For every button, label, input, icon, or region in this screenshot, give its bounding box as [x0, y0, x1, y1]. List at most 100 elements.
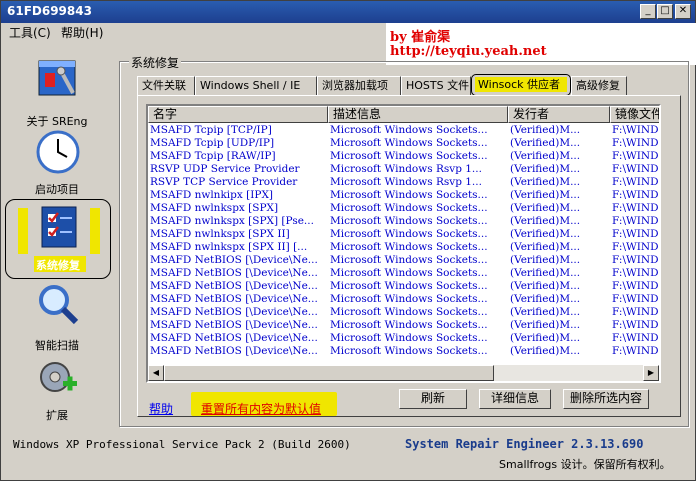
tab-windows-shell-ie[interactable]: Windows Shell / IE — [195, 76, 317, 96]
cell-image-file: F:\WIND — [612, 137, 659, 149]
column-header-description[interactable]: 描述信息 — [328, 106, 508, 123]
sidebar-item-system-repair[interactable]: 系统修复 — [5, 199, 111, 279]
cell-image-file: F:\WIND — [612, 189, 659, 201]
cell-description: Microsoft Windows Sockets... — [330, 228, 488, 240]
column-header-name[interactable]: 名字 — [148, 106, 328, 123]
cell-name: MSAFD nwlnkipx [IPX] — [150, 189, 274, 201]
list-item[interactable]: MSAFD nwlnkspx [SPX] [Pse... Microsoft Wi… — [148, 215, 659, 228]
sidebar-item-startup[interactable]: 启动项目 — [3, 127, 111, 197]
list-item[interactable]: MSAFD NetBIOS [\Device\Ne... Microsoft Wi… — [148, 280, 659, 293]
cell-publisher: (Verified)M... — [510, 254, 581, 266]
list-item[interactable]: RSVP UDP Service Provider Microsoft Windo… — [148, 163, 659, 176]
tab-browser-addons[interactable]: 浏览器加载项 — [317, 76, 401, 96]
list-item[interactable]: MSAFD Tcpip [TCP/IP] Microsoft Windows So… — [148, 124, 659, 137]
copyright-text: Smallfrogs 设计。保留所有权利。 — [499, 458, 671, 471]
tab-advanced-repair[interactable]: 高级修复 — [571, 76, 627, 96]
list-item[interactable]: MSAFD NetBIOS [\Device\Ne... Microsoft Wi… — [148, 293, 659, 306]
scroll-thumb[interactable] — [164, 365, 494, 381]
list-item[interactable]: MSAFD Tcpip [UDP/IP] Microsoft Windows So… — [148, 137, 659, 150]
scroll-left-arrow-icon[interactable]: ◀ — [148, 365, 164, 381]
cell-description: Microsoft Windows Sockets... — [330, 293, 488, 305]
banner-url: http://teyqiu.yeah.net — [390, 44, 547, 59]
delete-selected-button[interactable]: 删除所选内容 — [563, 389, 649, 409]
list-item[interactable]: MSAFD NetBIOS [\Device\Ne... Microsoft Wi… — [148, 319, 659, 332]
cell-publisher: (Verified)M... — [510, 189, 581, 201]
cell-image-file: F:\WIND — [612, 293, 659, 305]
app-window: 61FD699843 _ □ ✕ 工具(C) 帮助(H) by 崔俞渠 http… — [0, 0, 696, 481]
scroll-right-arrow-icon[interactable]: ▶ — [643, 365, 659, 381]
cell-name: MSAFD NetBIOS [\Device\Ne... — [150, 293, 318, 305]
list-item[interactable]: MSAFD NetBIOS [\Device\Ne... Microsoft Wi… — [148, 306, 659, 319]
cell-description: Microsoft Windows Sockets... — [330, 306, 488, 318]
window-title: 61FD699843 — [7, 4, 92, 18]
list-item[interactable]: MSAFD NetBIOS [\Device\Ne... Microsoft Wi… — [148, 254, 659, 267]
menu-help[interactable]: 帮助(H) — [61, 24, 103, 41]
cell-name: MSAFD NetBIOS [\Device\Ne... — [150, 332, 318, 344]
cell-name: RSVP UDP Service Provider — [150, 163, 300, 175]
sidebar-item-about[interactable]: 关于 SREng — [3, 51, 111, 128]
minimize-button[interactable]: _ — [640, 4, 656, 19]
cell-image-file: F:\WIND — [612, 163, 659, 175]
banner-author: by 崔俞渠 — [390, 30, 451, 45]
cell-image-file: F:\WIND — [612, 280, 659, 292]
winsock-list[interactable]: 名字 描述信息 发行者 镜像文件 MSAFD Tcpip [TCP/IP] Mic… — [146, 104, 661, 383]
sidebar-item-extensions[interactable]: 扩展 — [3, 355, 111, 425]
list-item[interactable]: MSAFD nwlnkipx [IPX] Microsoft Windows So… — [148, 189, 659, 202]
cell-description: Microsoft Windows Sockets... — [330, 215, 488, 227]
sidebar-item-label: 系统修复 — [36, 259, 80, 272]
cell-description: Microsoft Windows Rsvp 1... — [330, 163, 482, 175]
cell-name: MSAFD NetBIOS [\Device\Ne... — [150, 345, 318, 357]
product-name-text: System Repair Engineer 2.3.13.690 — [405, 437, 644, 451]
column-header-image-file[interactable]: 镜像文件 — [610, 106, 659, 123]
cell-image-file: F:\WIND — [612, 124, 659, 136]
list-item[interactable]: MSAFD Tcpip [RAW/IP] Microsoft Windows So… — [148, 150, 659, 163]
cell-image-file: F:\WIND — [612, 202, 659, 214]
cell-image-file: F:\WIND — [612, 254, 659, 266]
cell-image-file: F:\WIND — [612, 228, 659, 240]
cell-image-file: F:\WIND — [612, 306, 659, 318]
list-item[interactable]: MSAFD NetBIOS [\Device\Ne... Microsoft Wi… — [148, 267, 659, 280]
sidebar-item-label: 扩展 — [46, 409, 68, 422]
list-item[interactable]: RSVP TCP Service Provider Microsoft Windo… — [148, 176, 659, 189]
list-item[interactable]: MSAFD NetBIOS [\Device\Ne... Microsoft Wi… — [148, 332, 659, 345]
list-item[interactable]: MSAFD nwlnkspx [SPX] Microsoft Windows So… — [148, 202, 659, 215]
tab-hosts-file[interactable]: HOSTS 文件 — [401, 76, 471, 96]
cell-publisher: (Verified)M... — [510, 280, 581, 292]
cell-name: MSAFD NetBIOS [\Device\Ne... — [150, 306, 318, 318]
cell-description: Microsoft Windows Sockets... — [330, 345, 488, 357]
sidebar-item-label: 启动项目 — [35, 183, 79, 196]
column-header-publisher[interactable]: 发行者 — [508, 106, 610, 123]
clock-icon — [36, 130, 80, 174]
list-item[interactable]: MSAFD nwlnkspx [SPX II] [... Microsoft Wi… — [148, 241, 659, 254]
cell-image-file: F:\WIND — [612, 267, 659, 279]
highlight-mark — [90, 208, 100, 254]
cell-publisher: (Verified)M... — [510, 293, 581, 305]
maximize-button[interactable]: □ — [657, 4, 673, 19]
tab-file-association[interactable]: 文件关联 — [137, 76, 195, 96]
cell-name: MSAFD nwlnkspx [SPX II] [... — [150, 241, 308, 253]
cell-image-file: F:\WIND — [612, 150, 659, 162]
cell-name: MSAFD Tcpip [RAW/IP] — [150, 150, 276, 162]
sidebar-item-smart-scan[interactable]: 智能扫描 — [3, 281, 111, 352]
author-banner: by 崔俞渠 http://teyqiu.yeah.net — [386, 23, 696, 65]
sidebar: 关于 SREng 启动项目 系统修复 智能扫描 扩展 — [3, 43, 111, 428]
cell-name: MSAFD Tcpip [UDP/IP] — [150, 137, 275, 149]
cell-description: Microsoft Windows Sockets... — [330, 319, 488, 331]
list-item[interactable]: MSAFD NetBIOS [\Device\Ne... Microsoft Wi… — [148, 345, 659, 358]
refresh-button[interactable]: 刷新 — [399, 389, 467, 409]
magnifier-icon — [39, 285, 79, 325]
details-button[interactable]: 详细信息 — [479, 389, 551, 409]
group-title: 系统修复 — [129, 54, 182, 71]
list-item[interactable]: MSAFD nwlnkspx [SPX II] Microsoft Windows… — [148, 228, 659, 241]
close-button[interactable]: ✕ — [675, 4, 691, 19]
reset-defaults-link[interactable]: 重置所有内容为默认值 — [201, 400, 321, 417]
cell-description: Microsoft Windows Sockets... — [330, 280, 488, 292]
title-bar: 61FD699843 _ □ ✕ — [1, 1, 695, 23]
horizontal-scrollbar[interactable]: ◀ ▶ — [148, 365, 659, 381]
menu-tools[interactable]: 工具(C) — [9, 24, 51, 41]
cell-publisher: (Verified)M... — [510, 150, 581, 162]
tab-winsock-provider[interactable]: Winsock 供应者 — [471, 74, 571, 96]
highlight-mark — [18, 208, 28, 254]
cell-image-file: F:\WIND — [612, 332, 659, 344]
help-link[interactable]: 帮助 — [149, 400, 173, 417]
